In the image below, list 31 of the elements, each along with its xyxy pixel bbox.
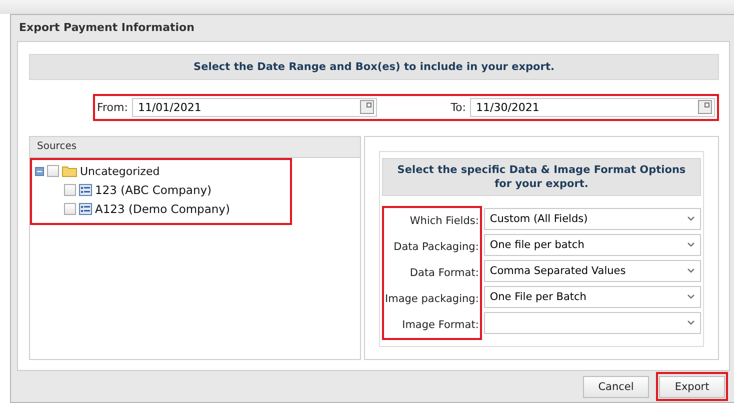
to-label: To: <box>450 100 466 114</box>
panel-title: Sources <box>37 141 77 152</box>
field-label: Which Fields: <box>410 214 479 229</box>
dropdown[interactable]: Comma Separated Values <box>484 260 701 282</box>
window-title: Export Payment Information <box>19 21 194 34</box>
field-label: Image Format: <box>402 318 479 333</box>
calendar-icon[interactable] <box>698 100 712 114</box>
collapse-icon[interactable] <box>35 166 44 176</box>
dropdown[interactable]: One File per Batch <box>484 286 701 308</box>
tree-item[interactable]: 123 (ABC Company) <box>95 183 212 198</box>
calendar-icon[interactable] <box>360 100 374 114</box>
list-icon <box>79 184 92 196</box>
checkbox[interactable] <box>64 203 76 216</box>
field-label: Data Packaging: <box>394 240 479 255</box>
from-label: From: <box>97 100 128 114</box>
date-field[interactable]: 11/01/2021 <box>132 98 377 117</box>
section-heading: Select the specific Data & Image Format Options for your export. <box>382 158 701 196</box>
cancel-button[interactable]: Cancel <box>583 376 649 398</box>
dropdown[interactable]: Custom (All Fields) <box>484 208 701 230</box>
tree-item[interactable]: A123 (Demo Company) <box>95 202 230 216</box>
checkbox[interactable] <box>47 165 59 178</box>
dropdown[interactable]: One file per batch <box>484 234 701 256</box>
export-button[interactable]: Export <box>659 376 725 398</box>
section-heading: Select the Date Range and Box(es) to include in your export. <box>29 54 719 80</box>
folder-icon <box>62 165 77 178</box>
date-field[interactable]: 11/30/2021 <box>470 98 715 117</box>
checkbox[interactable] <box>64 184 76 196</box>
field-label: Data Format: <box>410 266 479 281</box>
list-icon <box>79 203 92 216</box>
field-label: Image packaging: <box>385 292 479 307</box>
tree-item[interactable]: Uncategorized <box>80 164 160 178</box>
